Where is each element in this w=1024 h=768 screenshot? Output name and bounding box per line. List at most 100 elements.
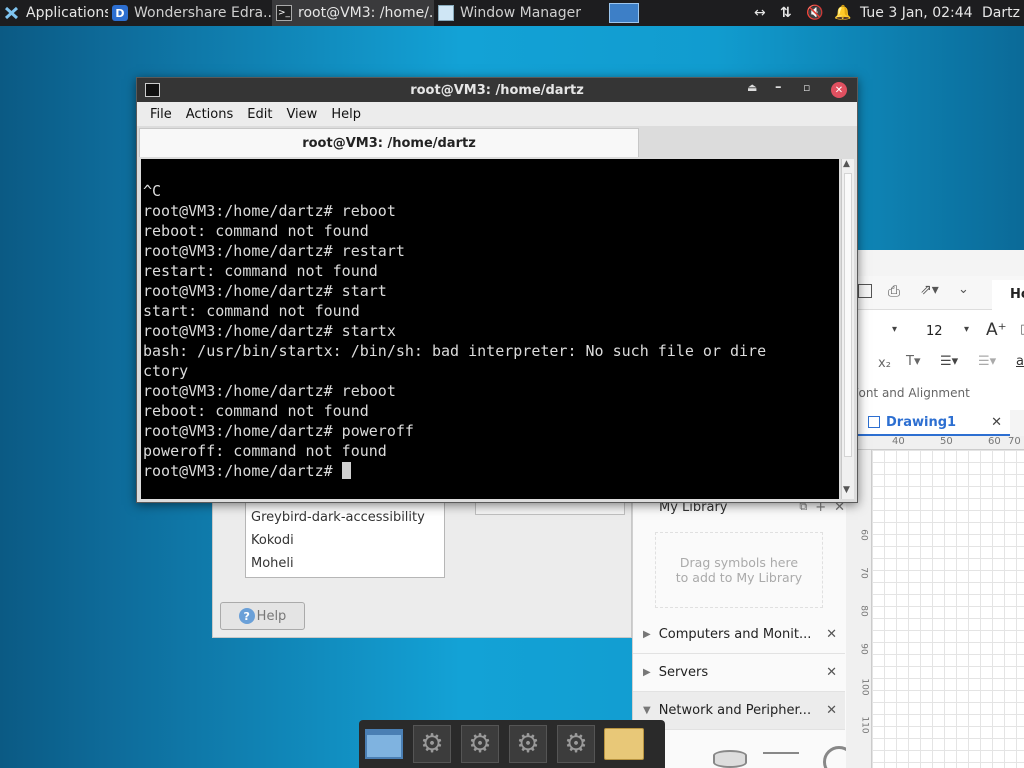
terminal-window: root@VM3: /home/dartz ⏏ – ▫ ✕ File Actio… — [136, 77, 858, 503]
launcher-2[interactable]: ⚙ — [459, 723, 501, 765]
task-terminal[interactable]: >_ root@VM3: /home/... — [272, 0, 434, 26]
launcher-3[interactable]: ⚙ — [507, 723, 549, 765]
ruler-tick: 90 — [858, 643, 869, 655]
title-bar[interactable]: root@VM3: /home/dartz ⏏ – ▫ ✕ — [137, 78, 857, 102]
document-tab-label: Drawing1 — [886, 414, 957, 430]
close-category-icon[interactable]: ✕ — [826, 665, 837, 680]
scroll-thumb[interactable] — [844, 173, 852, 457]
font-alignment-label: Font and Alignment — [852, 386, 970, 400]
gear-icon: ⚙ — [509, 725, 547, 763]
launcher-4[interactable]: ⚙ — [555, 723, 597, 765]
help-label: Help — [256, 608, 287, 624]
menu-view[interactable]: View — [279, 107, 324, 122]
category-label: Servers — [658, 665, 709, 680]
close-category-icon[interactable]: ✕ — [826, 627, 837, 642]
ruler-tick: 40 — [892, 436, 905, 447]
volume-muted-icon[interactable]: 🔇 — [802, 0, 830, 26]
save-icon[interactable] — [858, 284, 872, 298]
help-icon: ? — [238, 608, 255, 624]
network-shapes — [663, 742, 855, 768]
terminal-line: root@VM3:/home/dartz# start — [143, 282, 387, 300]
font-name-dropdown-icon[interactable]: ▾ — [892, 324, 897, 335]
terminal-line: restart: command not found — [143, 262, 378, 280]
terminal-line: root@VM3:/home/dartz# startx — [143, 322, 396, 340]
scroll-up-icon[interactable]: ▲ — [843, 159, 850, 169]
help-button[interactable]: ? Help — [220, 602, 305, 630]
terminal-line: root@VM3:/home/dartz# restart — [143, 242, 405, 260]
applications-menu[interactable]: Applications ☰ — [0, 0, 108, 26]
edraw-window: ⎙ ⇗▾ ⌄ Ho ▾ 12 ▾ A⁺ ▯ x₂ T▾ ☰▾ ☰▾ a Font… — [852, 250, 1024, 768]
switch-shape-icon[interactable] — [763, 752, 799, 768]
category-computers[interactable]: ▶ Computers and Monit... ✕ — [633, 616, 845, 654]
network-updown-icon[interactable]: ⇅ — [776, 0, 802, 26]
text-case-icon[interactable]: T▾ — [906, 354, 920, 369]
task-label: Wondershare Edra... — [134, 5, 272, 21]
xfce-logo-icon — [4, 5, 20, 21]
notifications-bell-icon[interactable]: 🔔 — [830, 0, 856, 26]
window-title: root@VM3: /home/dartz — [410, 82, 584, 98]
terminal-line: root@VM3:/home/dartz# reboot — [143, 202, 396, 220]
scroll-down-icon[interactable]: ▼ — [843, 485, 850, 495]
clock[interactable]: Tue 3 Jan, 02:44 — [856, 0, 978, 26]
close-category-icon[interactable]: ✕ — [826, 703, 837, 718]
theme-list[interactable]: Greybird-dark-accessibility Kokodi Mohel… — [245, 500, 445, 578]
document-tab[interactable]: Drawing1 ✕ — [858, 410, 1010, 436]
library-categories: ▶ Computers and Monit... ✕ ▶ Servers ✕ ▼… — [633, 616, 845, 730]
launcher-1[interactable]: ⚙ — [411, 723, 453, 765]
close-tab-icon[interactable]: ✕ — [991, 415, 1002, 430]
task-edraw[interactable]: D Wondershare Edra... — [108, 0, 272, 26]
bullet-list-icon[interactable]: ☰▾ — [978, 354, 996, 369]
export-icon[interactable]: ⇗▾ — [920, 282, 939, 298]
network-arrows-icon[interactable]: ↔ — [750, 0, 776, 26]
menu-edit[interactable]: Edit — [240, 107, 279, 122]
text-cursor — [341, 462, 351, 479]
wrap-text-icon[interactable]: ▯ — [1020, 322, 1024, 337]
font-size-dropdown-icon[interactable]: ▾ — [964, 324, 969, 335]
terminal-tab[interactable]: root@VM3: /home/dartz — [139, 128, 639, 157]
font-size-select[interactable]: 12 — [926, 324, 943, 339]
home-ribbon-tab[interactable]: Ho — [992, 280, 1024, 310]
hub-shape-icon[interactable] — [713, 750, 747, 768]
theme-item[interactable]: Greybird-dark-accessibility — [246, 506, 444, 529]
menu-file[interactable]: File — [143, 107, 179, 122]
terminal-scrollbar[interactable]: ▲ ▼ — [841, 159, 854, 499]
desktop-icon — [365, 729, 403, 759]
line-spacing-icon[interactable]: ☰▾ — [940, 354, 958, 369]
menu-help[interactable]: Help — [324, 107, 368, 122]
close-window-icon[interactable]: ✕ — [831, 82, 847, 98]
edraw-app-icon: D — [112, 5, 128, 21]
library-drop-zone[interactable]: Drag symbols here to add to My Library — [655, 532, 823, 608]
file-manager-button[interactable] — [603, 723, 645, 765]
theme-item[interactable]: Kokodi — [246, 529, 444, 552]
terminal-output[interactable]: ^C root@VM3:/home/dartz# reboot reboot: … — [141, 159, 839, 499]
shade-icon[interactable]: ⏏ — [747, 81, 757, 94]
subscript-icon[interactable]: x₂ — [878, 356, 891, 371]
ribbon: ▾ 12 ▾ A⁺ ▯ x₂ T▾ ☰▾ ☰▾ a Font and Align… — [852, 310, 1024, 410]
print-icon[interactable]: ⎙ — [888, 282, 900, 300]
category-servers[interactable]: ▶ Servers ✕ — [633, 654, 845, 692]
drawing-canvas[interactable] — [872, 450, 1024, 768]
underline-a-icon[interactable]: a — [1016, 354, 1024, 369]
theme-item[interactable]: Moheli — [246, 552, 444, 575]
grow-font-icon[interactable]: A⁺ — [986, 320, 1007, 340]
workspace-icon — [609, 3, 639, 23]
ruler-tick: 70 — [1008, 436, 1021, 447]
menu-actions[interactable]: Actions — [179, 107, 241, 122]
library-scrollbar[interactable] — [846, 492, 858, 768]
task-window-manager[interactable]: Window Manager — [434, 0, 604, 26]
more-dropdown-icon[interactable]: ⌄ — [958, 282, 969, 297]
ruler-tick: 110 — [859, 716, 870, 734]
library-panel: My Library ⧉ + ✕ Drag symbols here to ad… — [632, 492, 858, 768]
workspace-switcher[interactable] — [604, 0, 644, 26]
maximize-icon[interactable]: ▫ — [803, 81, 810, 94]
top-panel: Applications ☰ D Wondershare Edra... >_ … — [0, 0, 1024, 26]
collapse-arrow-icon: ▼ — [643, 705, 651, 716]
terminal-line: root@VM3:/home/dartz# poweroff — [143, 422, 414, 440]
show-desktop-button[interactable] — [363, 723, 405, 765]
minimize-icon[interactable]: – — [775, 80, 782, 95]
user-menu[interactable]: Dartz — [978, 0, 1024, 26]
tab-title: root@VM3: /home/dartz — [302, 135, 476, 151]
edraw-toolbar: ⎙ ⇗▾ ⌄ Ho — [858, 276, 1024, 310]
gear-icon: ⚙ — [461, 725, 499, 763]
